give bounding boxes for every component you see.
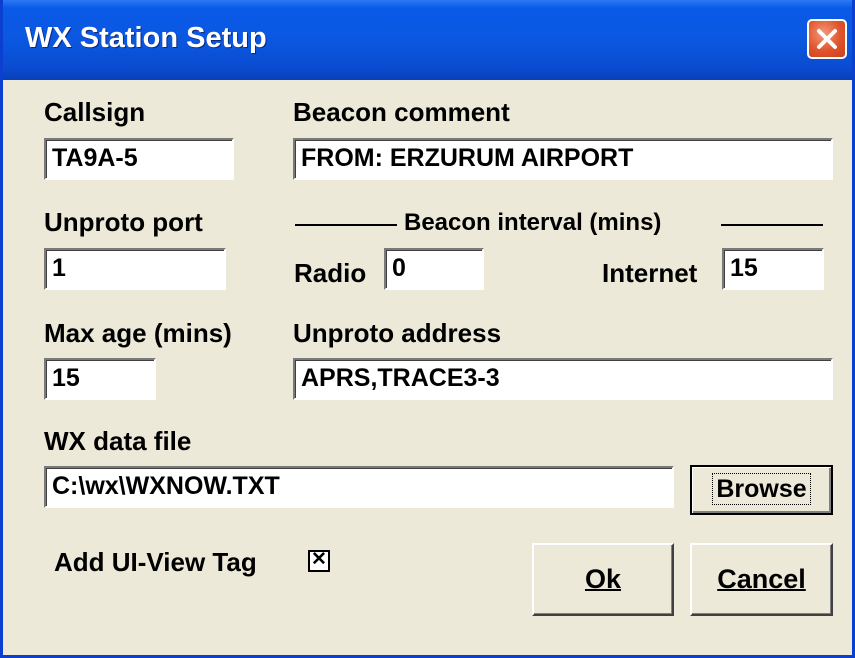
close-button[interactable] (807, 19, 847, 59)
ok-button-label: Ok (584, 564, 622, 594)
beacon-comment-input[interactable]: FROM: ERZURUM AIRPORT (293, 138, 833, 180)
unproto-port-input[interactable]: 1 (44, 248, 226, 290)
callsign-label: Callsign (44, 97, 146, 127)
wx-station-setup-dialog: WX Station Setup Callsign TA9A-5 Beacon … (0, 0, 855, 658)
beacon-comment-label: Beacon comment (293, 97, 510, 127)
beacon-interval-rule-left (295, 224, 397, 226)
beacon-interval-rule-right (721, 224, 823, 226)
unproto-port-label: Unproto port (44, 207, 203, 237)
ui-view-tag-label: Add UI-View Tag (54, 547, 257, 577)
callsign-input[interactable]: TA9A-5 (44, 138, 234, 180)
beacon-interval-label: Beacon interval (mins) (404, 209, 662, 236)
close-icon (817, 29, 837, 49)
radio-label: Radio (294, 258, 367, 288)
cancel-button[interactable]: Cancel (690, 543, 833, 616)
unproto-address-input[interactable]: APRS,TRACE3-3 (293, 358, 833, 400)
wx-data-file-label: WX data file (44, 426, 192, 456)
browse-button[interactable]: Browse (690, 465, 833, 515)
internet-interval-input[interactable]: 15 (722, 248, 824, 290)
checkbox-check-mark: ✕ (311, 549, 327, 570)
ok-button[interactable]: Ok (532, 543, 674, 616)
wx-data-file-input[interactable]: C:\wx\WXNOW.TXT (44, 466, 674, 508)
internet-label: Internet (602, 258, 698, 288)
browse-button-label: Browse (712, 473, 811, 505)
cancel-button-label: Cancel (717, 564, 806, 594)
title-bar[interactable]: WX Station Setup (3, 0, 852, 80)
window-title: WX Station Setup (25, 22, 267, 54)
unproto-address-label: Unproto address (293, 318, 502, 348)
ui-view-tag-checkbox[interactable]: ✕ (308, 549, 330, 572)
radio-interval-input[interactable]: 0 (384, 248, 484, 290)
max-age-input[interactable]: 15 (44, 358, 156, 400)
max-age-label: Max age (mins) (44, 318, 232, 348)
